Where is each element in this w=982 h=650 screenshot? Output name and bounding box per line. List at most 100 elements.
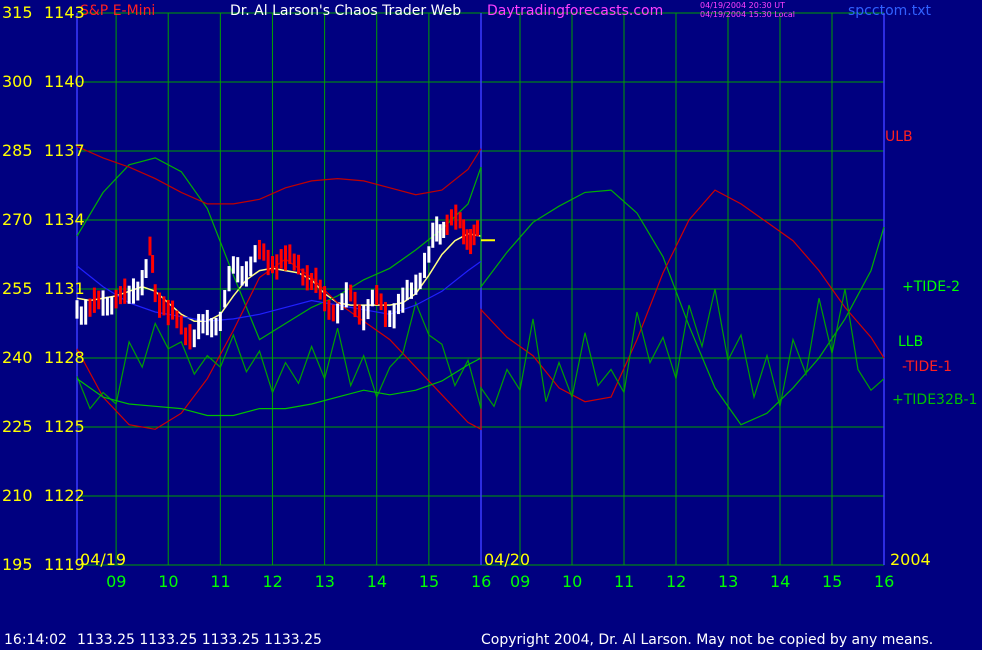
label-tide-1: -TIDE-1 xyxy=(902,359,953,375)
price-bar xyxy=(148,236,152,256)
price-bar xyxy=(401,287,405,313)
y-tick-inner: 1125 xyxy=(44,417,85,436)
price-bar xyxy=(127,285,131,304)
price-bar xyxy=(438,224,442,245)
price-bar xyxy=(257,239,261,260)
price-bar xyxy=(140,270,144,296)
price-bar xyxy=(244,261,248,287)
price-bar xyxy=(223,290,227,308)
price-bar xyxy=(84,299,88,325)
x-year-label: 2004 xyxy=(890,550,931,569)
price-bar xyxy=(310,272,314,291)
data-filename: spcctom.txt xyxy=(848,3,931,19)
label-ulb: ULB xyxy=(885,129,913,145)
x-day1-label: 04/19 xyxy=(80,550,127,569)
price-bar xyxy=(79,306,83,325)
timestamp-ut: 04/19/2004 20:30 UT xyxy=(700,1,785,10)
price-bar xyxy=(253,245,257,263)
price-bar xyxy=(279,249,283,269)
price-bar xyxy=(292,253,296,271)
label-tide-2: +TIDE-2 xyxy=(902,279,960,295)
price-bar xyxy=(305,265,309,291)
price-bar xyxy=(388,310,392,327)
price-bar xyxy=(218,311,222,332)
y-tick-outer: 240 xyxy=(2,348,33,367)
price-bar xyxy=(340,293,344,311)
price-bar xyxy=(123,278,127,304)
price-bar xyxy=(227,266,231,292)
price-bar xyxy=(97,290,101,310)
footer-quote: 1133.25 1133.25 1133.25 1133.25 xyxy=(77,632,322,648)
x-tick: 11 xyxy=(210,572,231,591)
price-bar xyxy=(366,299,370,320)
price-bar xyxy=(188,324,192,350)
price-bar xyxy=(144,259,148,278)
price-bar xyxy=(442,221,446,239)
price-bar xyxy=(105,296,109,316)
price-bar xyxy=(454,204,458,230)
price-bar xyxy=(476,220,480,237)
x-tick: 12 xyxy=(666,572,687,591)
price-bar xyxy=(297,254,301,275)
price-bar xyxy=(414,274,418,295)
price-bar xyxy=(336,303,340,324)
price-bar xyxy=(353,291,357,318)
price-bar xyxy=(396,293,400,315)
price-bar xyxy=(262,243,266,261)
price-bar xyxy=(383,301,387,328)
price-bar xyxy=(175,310,179,329)
price-bar xyxy=(431,222,435,248)
y-tick-outer: 255 xyxy=(2,279,33,298)
site-url: Daytradingforecasts.com xyxy=(487,3,664,19)
y-tick-outer: 315 xyxy=(2,3,33,22)
price-bar xyxy=(465,229,469,250)
price-bar xyxy=(240,266,244,286)
footer-copyright: Copyright 2004, Dr. Al Larson. May not b… xyxy=(481,632,934,648)
price-bar xyxy=(462,219,466,245)
y-tick-outer: 195 xyxy=(2,555,33,574)
x-tick: 10 xyxy=(562,572,583,591)
price-bar xyxy=(288,244,292,265)
price-bar xyxy=(344,282,348,308)
price-bar xyxy=(370,289,374,307)
price-bar xyxy=(166,299,170,326)
x-tick: 14 xyxy=(366,572,388,591)
price-bar xyxy=(449,209,453,226)
y-tick-outer: 225 xyxy=(2,417,33,436)
x-tick: 16 xyxy=(874,572,895,591)
y-tick-inner: 1131 xyxy=(44,279,85,298)
price-bar xyxy=(205,309,209,336)
y-tick-outer: 270 xyxy=(2,210,33,229)
price-bar xyxy=(179,315,183,335)
footer-time: 16:14:02 xyxy=(4,632,67,648)
price-bar xyxy=(318,279,322,300)
price-bar xyxy=(409,282,413,299)
price-bar xyxy=(101,290,105,316)
price-bar xyxy=(249,256,253,277)
price-bar xyxy=(284,245,288,271)
price-bar xyxy=(314,267,318,293)
price-bar xyxy=(136,281,140,301)
price-bar xyxy=(375,285,379,306)
price-bar xyxy=(110,296,114,315)
y-tick-inner: 1137 xyxy=(44,141,85,160)
price-bar xyxy=(323,286,327,312)
y-tick-inner: 1143 xyxy=(44,3,85,22)
price-bar xyxy=(327,299,331,320)
price-bar xyxy=(201,314,205,334)
price-bar xyxy=(331,304,335,322)
price-bar xyxy=(214,317,218,336)
price-bar xyxy=(357,304,361,325)
price-bar xyxy=(131,278,135,304)
x-tick: 14 xyxy=(770,572,791,591)
x-tick: 09 xyxy=(510,572,531,591)
price-bar xyxy=(153,284,157,303)
price-bar xyxy=(392,303,396,329)
price-bar xyxy=(435,216,439,242)
x-day2-label: 04/20 xyxy=(484,550,531,569)
price-bar xyxy=(405,279,409,301)
y-tick-inner: 1128 xyxy=(44,348,85,367)
price-bar xyxy=(114,289,118,309)
y-tick-outer: 285 xyxy=(2,141,33,160)
y-tick-outer: 300 xyxy=(2,72,33,91)
